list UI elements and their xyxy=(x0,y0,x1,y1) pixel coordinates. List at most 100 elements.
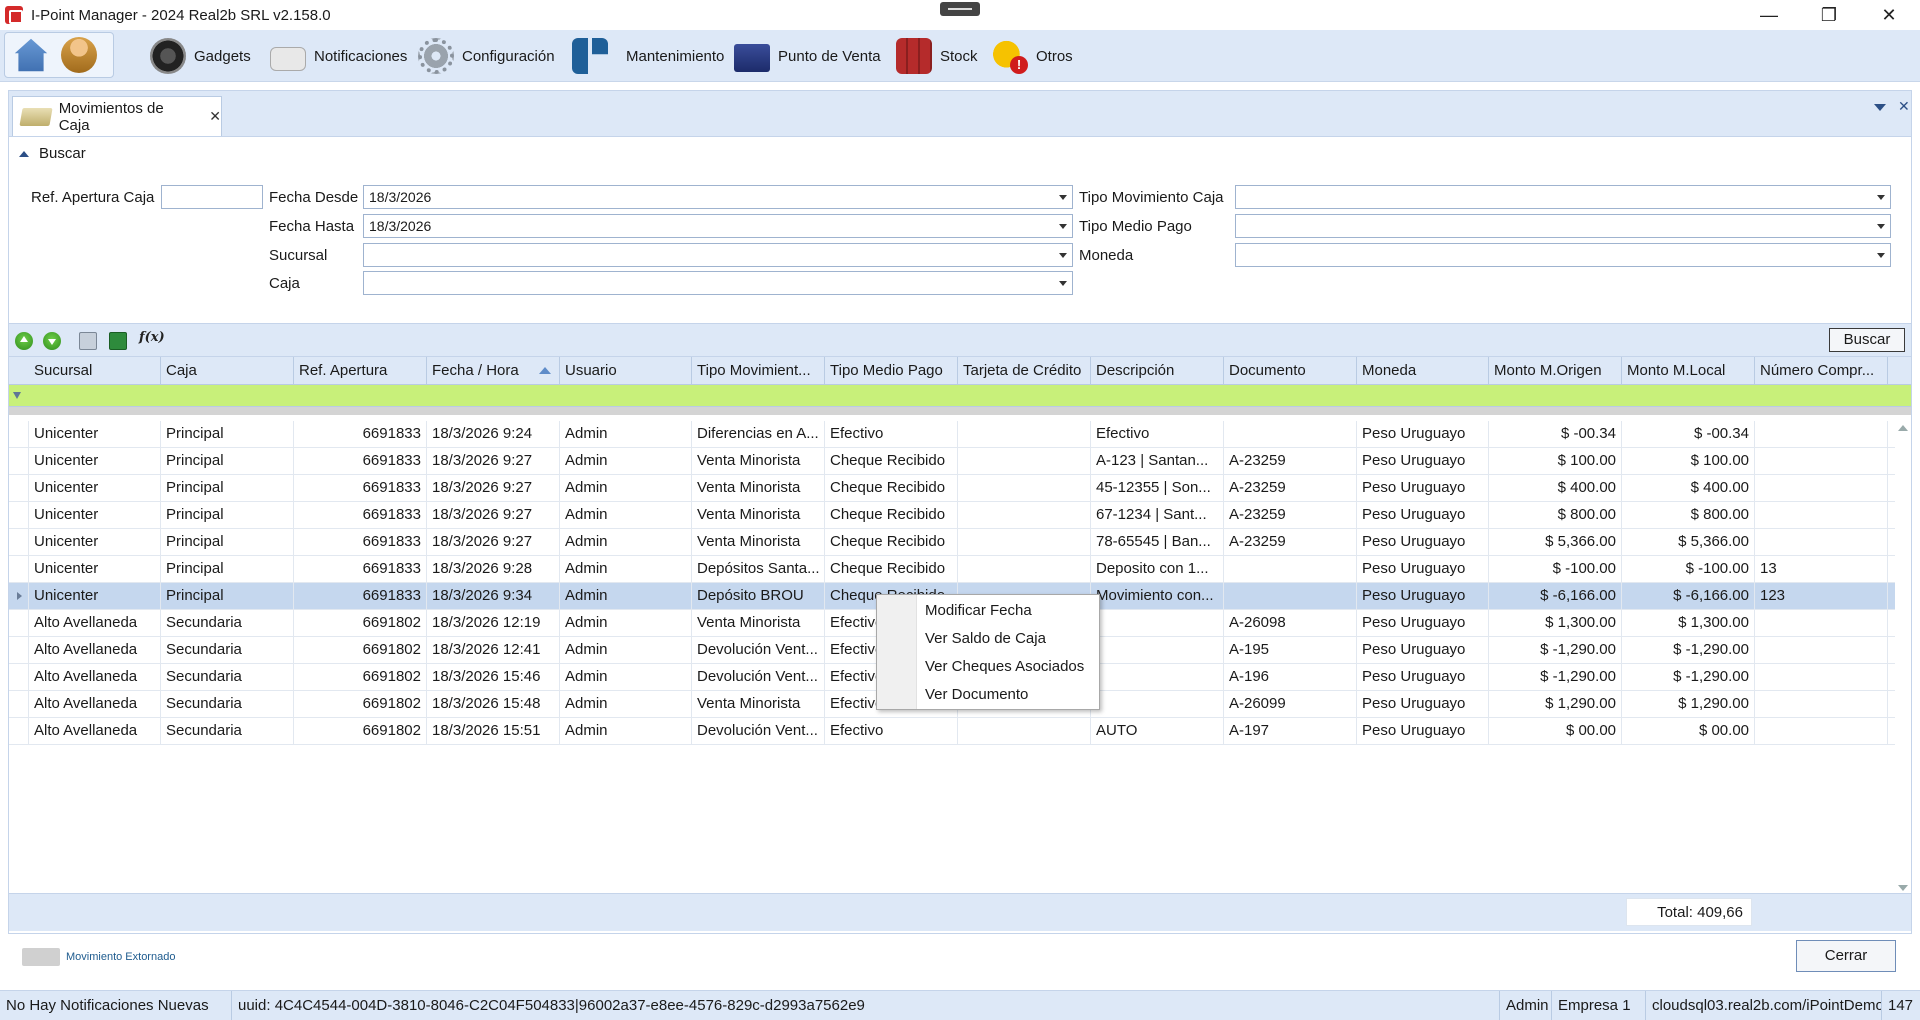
fecha-hasta-picker[interactable]: 18/3/2026 xyxy=(363,214,1073,238)
cerrar-button[interactable]: Cerrar xyxy=(1796,940,1896,972)
table-row[interactable]: Unicenter Principal 6691833 18/3/2026 9:24 A… xyxy=(9,421,1895,448)
home-icon[interactable] xyxy=(14,38,48,72)
toolbar-notificaciones[interactable]: Notificaciones xyxy=(270,36,407,76)
column-header[interactable]: Ref. Apertura xyxy=(294,357,427,385)
caja-select[interactable] xyxy=(363,271,1073,295)
ref-apertura-input[interactable] xyxy=(161,185,263,209)
row-indicator[interactable] xyxy=(9,610,29,636)
group-row-spacer xyxy=(9,407,1911,415)
row-indicator[interactable] xyxy=(9,448,29,474)
column-header[interactable]: Caja xyxy=(161,357,294,385)
column-header[interactable]: Moneda xyxy=(1357,357,1489,385)
table-cell: Peso Uruguayo xyxy=(1357,475,1489,501)
toolbar-otros[interactable]: Otros xyxy=(992,36,1073,76)
toolbar-configuracion[interactable]: Configuración xyxy=(418,36,555,76)
column-header[interactable]: Monto M.Origen xyxy=(1489,357,1622,385)
menu-item-modificar-fecha[interactable]: Modificar Fecha xyxy=(925,599,1032,623)
row-indicator[interactable] xyxy=(9,556,29,582)
sucursal-select[interactable] xyxy=(363,243,1073,267)
table-cell: 6691833 xyxy=(294,556,427,582)
table-cell: Secundaria xyxy=(161,718,294,744)
buscar-button[interactable]: Buscar xyxy=(1829,328,1905,352)
row-indicator[interactable] xyxy=(9,637,29,663)
table-row[interactable]: Unicenter Principal 6691833 18/3/2026 9:27 A… xyxy=(9,502,1895,529)
column-header[interactable]: Descripción xyxy=(1091,357,1224,385)
table-row[interactable]: Alto Avellaneda Secundaria 6691802 18/3/202… xyxy=(9,718,1895,745)
vertical-scrollbar[interactable] xyxy=(1895,421,1911,891)
tab-close-icon[interactable]: ✕ xyxy=(209,108,221,125)
drag-grip-icon[interactable] xyxy=(940,2,980,16)
status-uuid: uuid: 4C4C4544-004D-3810-8046-C2C04F5048… xyxy=(232,991,1500,1020)
menu-item-ver-cheques-asociados[interactable]: Ver Cheques Asociados xyxy=(925,655,1084,679)
column-header[interactable]: Sucursal xyxy=(29,357,161,385)
table-cell: $ -1,290.00 xyxy=(1489,637,1622,663)
table-cell: Peso Uruguayo xyxy=(1357,421,1489,447)
fecha-desde-label: Fecha Desde xyxy=(269,189,359,206)
table-cell: Peso Uruguayo xyxy=(1357,502,1489,528)
move-up-icon[interactable] xyxy=(15,332,33,350)
export-excel-icon[interactable] xyxy=(109,332,127,350)
table-cell: $ 1,290.00 xyxy=(1489,691,1622,717)
table-cell: Devolución Vent... xyxy=(692,664,825,690)
column-header[interactable]: Tipo Movimient... xyxy=(692,357,825,385)
column-header[interactable]: Número Compr... xyxy=(1755,357,1888,385)
close-all-tabs-icon[interactable]: ✕ xyxy=(1898,98,1910,115)
toolbar-mantenimiento[interactable]: Mantenimiento xyxy=(572,36,724,76)
status-code: 147 xyxy=(1888,997,1914,1014)
table-cell: Admin xyxy=(560,583,692,609)
otros-icon xyxy=(992,38,1028,74)
tipo-medio-pago-select[interactable] xyxy=(1235,214,1891,238)
row-indicator[interactable] xyxy=(9,421,29,447)
move-down-icon[interactable] xyxy=(43,332,61,350)
table-row[interactable]: Unicenter Principal 6691833 18/3/2026 9:27 A… xyxy=(9,529,1895,556)
user-icon[interactable] xyxy=(61,37,97,73)
toolbar-gadgets[interactable]: Gadgets xyxy=(150,36,251,76)
table-cell: Peso Uruguayo xyxy=(1357,718,1489,744)
moneda-select[interactable] xyxy=(1235,243,1891,267)
toolbar-stock[interactable]: Stock xyxy=(896,36,978,76)
menu-item-ver-documento[interactable]: Ver Documento xyxy=(925,683,1028,707)
tab-movimientos-de-caja[interactable]: Movimientos de Caja ✕ xyxy=(12,96,222,136)
fecha-desde-picker[interactable]: 18/3/2026 xyxy=(363,185,1073,209)
toolbar-punto-de-venta[interactable]: Punto de Venta xyxy=(734,36,881,76)
column-header[interactable]: Tipo Medio Pago xyxy=(825,357,958,385)
table-header: Sucursal Caja Ref. Apertura Fecha / Hora Usu… xyxy=(9,357,1911,385)
row-indicator[interactable] xyxy=(9,664,29,690)
table-row[interactable]: Unicenter Principal 6691833 18/3/2026 9:27 A… xyxy=(9,448,1895,475)
row-indicator[interactable] xyxy=(9,475,29,501)
tipo-movimiento-select[interactable] xyxy=(1235,185,1891,209)
maximize-button[interactable]: ❐ xyxy=(1800,0,1858,30)
table-cell: AUTO xyxy=(1091,718,1224,744)
filter-row[interactable] xyxy=(9,385,1911,407)
totals-bar: Total: 409,66 xyxy=(9,893,1911,931)
column-header[interactable]: Fecha / Hora xyxy=(427,357,560,385)
row-indicator[interactable] xyxy=(9,502,29,528)
table-cell: 6691833 xyxy=(294,475,427,501)
print-preview-icon[interactable] xyxy=(79,332,97,350)
close-window-button[interactable]: ✕ xyxy=(1860,0,1918,30)
table-row[interactable]: Unicenter Principal 6691833 18/3/2026 9:28 A… xyxy=(9,556,1895,583)
menu-item-ver-saldo-de-caja[interactable]: Ver Saldo de Caja xyxy=(925,627,1046,651)
table-cell: Principal xyxy=(161,421,294,447)
sucursal-label: Sucursal xyxy=(269,247,328,264)
column-header[interactable]: Documento xyxy=(1224,357,1357,385)
column-header[interactable]: Monto M.Local xyxy=(1622,357,1755,385)
column-header[interactable]: Usuario xyxy=(560,357,692,385)
table-cell: Deposito con 1... xyxy=(1091,556,1224,582)
formula-icon[interactable]: f(x) xyxy=(139,330,165,348)
scroll-up-icon[interactable] xyxy=(1898,425,1908,431)
tab-list-dropdown-icon[interactable] xyxy=(1874,104,1886,111)
table-cell: Admin xyxy=(560,637,692,663)
column-header[interactable]: Tarjeta de Crédito xyxy=(958,357,1091,385)
filter-icon[interactable] xyxy=(13,392,21,399)
row-indicator[interactable] xyxy=(9,718,29,744)
row-indicator[interactable] xyxy=(9,529,29,555)
row-indicator[interactable] xyxy=(9,691,29,717)
row-indicator[interactable] xyxy=(9,583,29,609)
table-row[interactable]: Unicenter Principal 6691833 18/3/2026 9:27 A… xyxy=(9,475,1895,502)
search-section-toggle[interactable]: Buscar xyxy=(19,145,86,162)
legend-label: Movimiento Extornado xyxy=(66,951,176,963)
minimize-button[interactable]: — xyxy=(1740,0,1798,30)
scroll-down-icon[interactable] xyxy=(1898,885,1908,891)
table-cell: 18/3/2026 12:19 xyxy=(427,610,560,636)
